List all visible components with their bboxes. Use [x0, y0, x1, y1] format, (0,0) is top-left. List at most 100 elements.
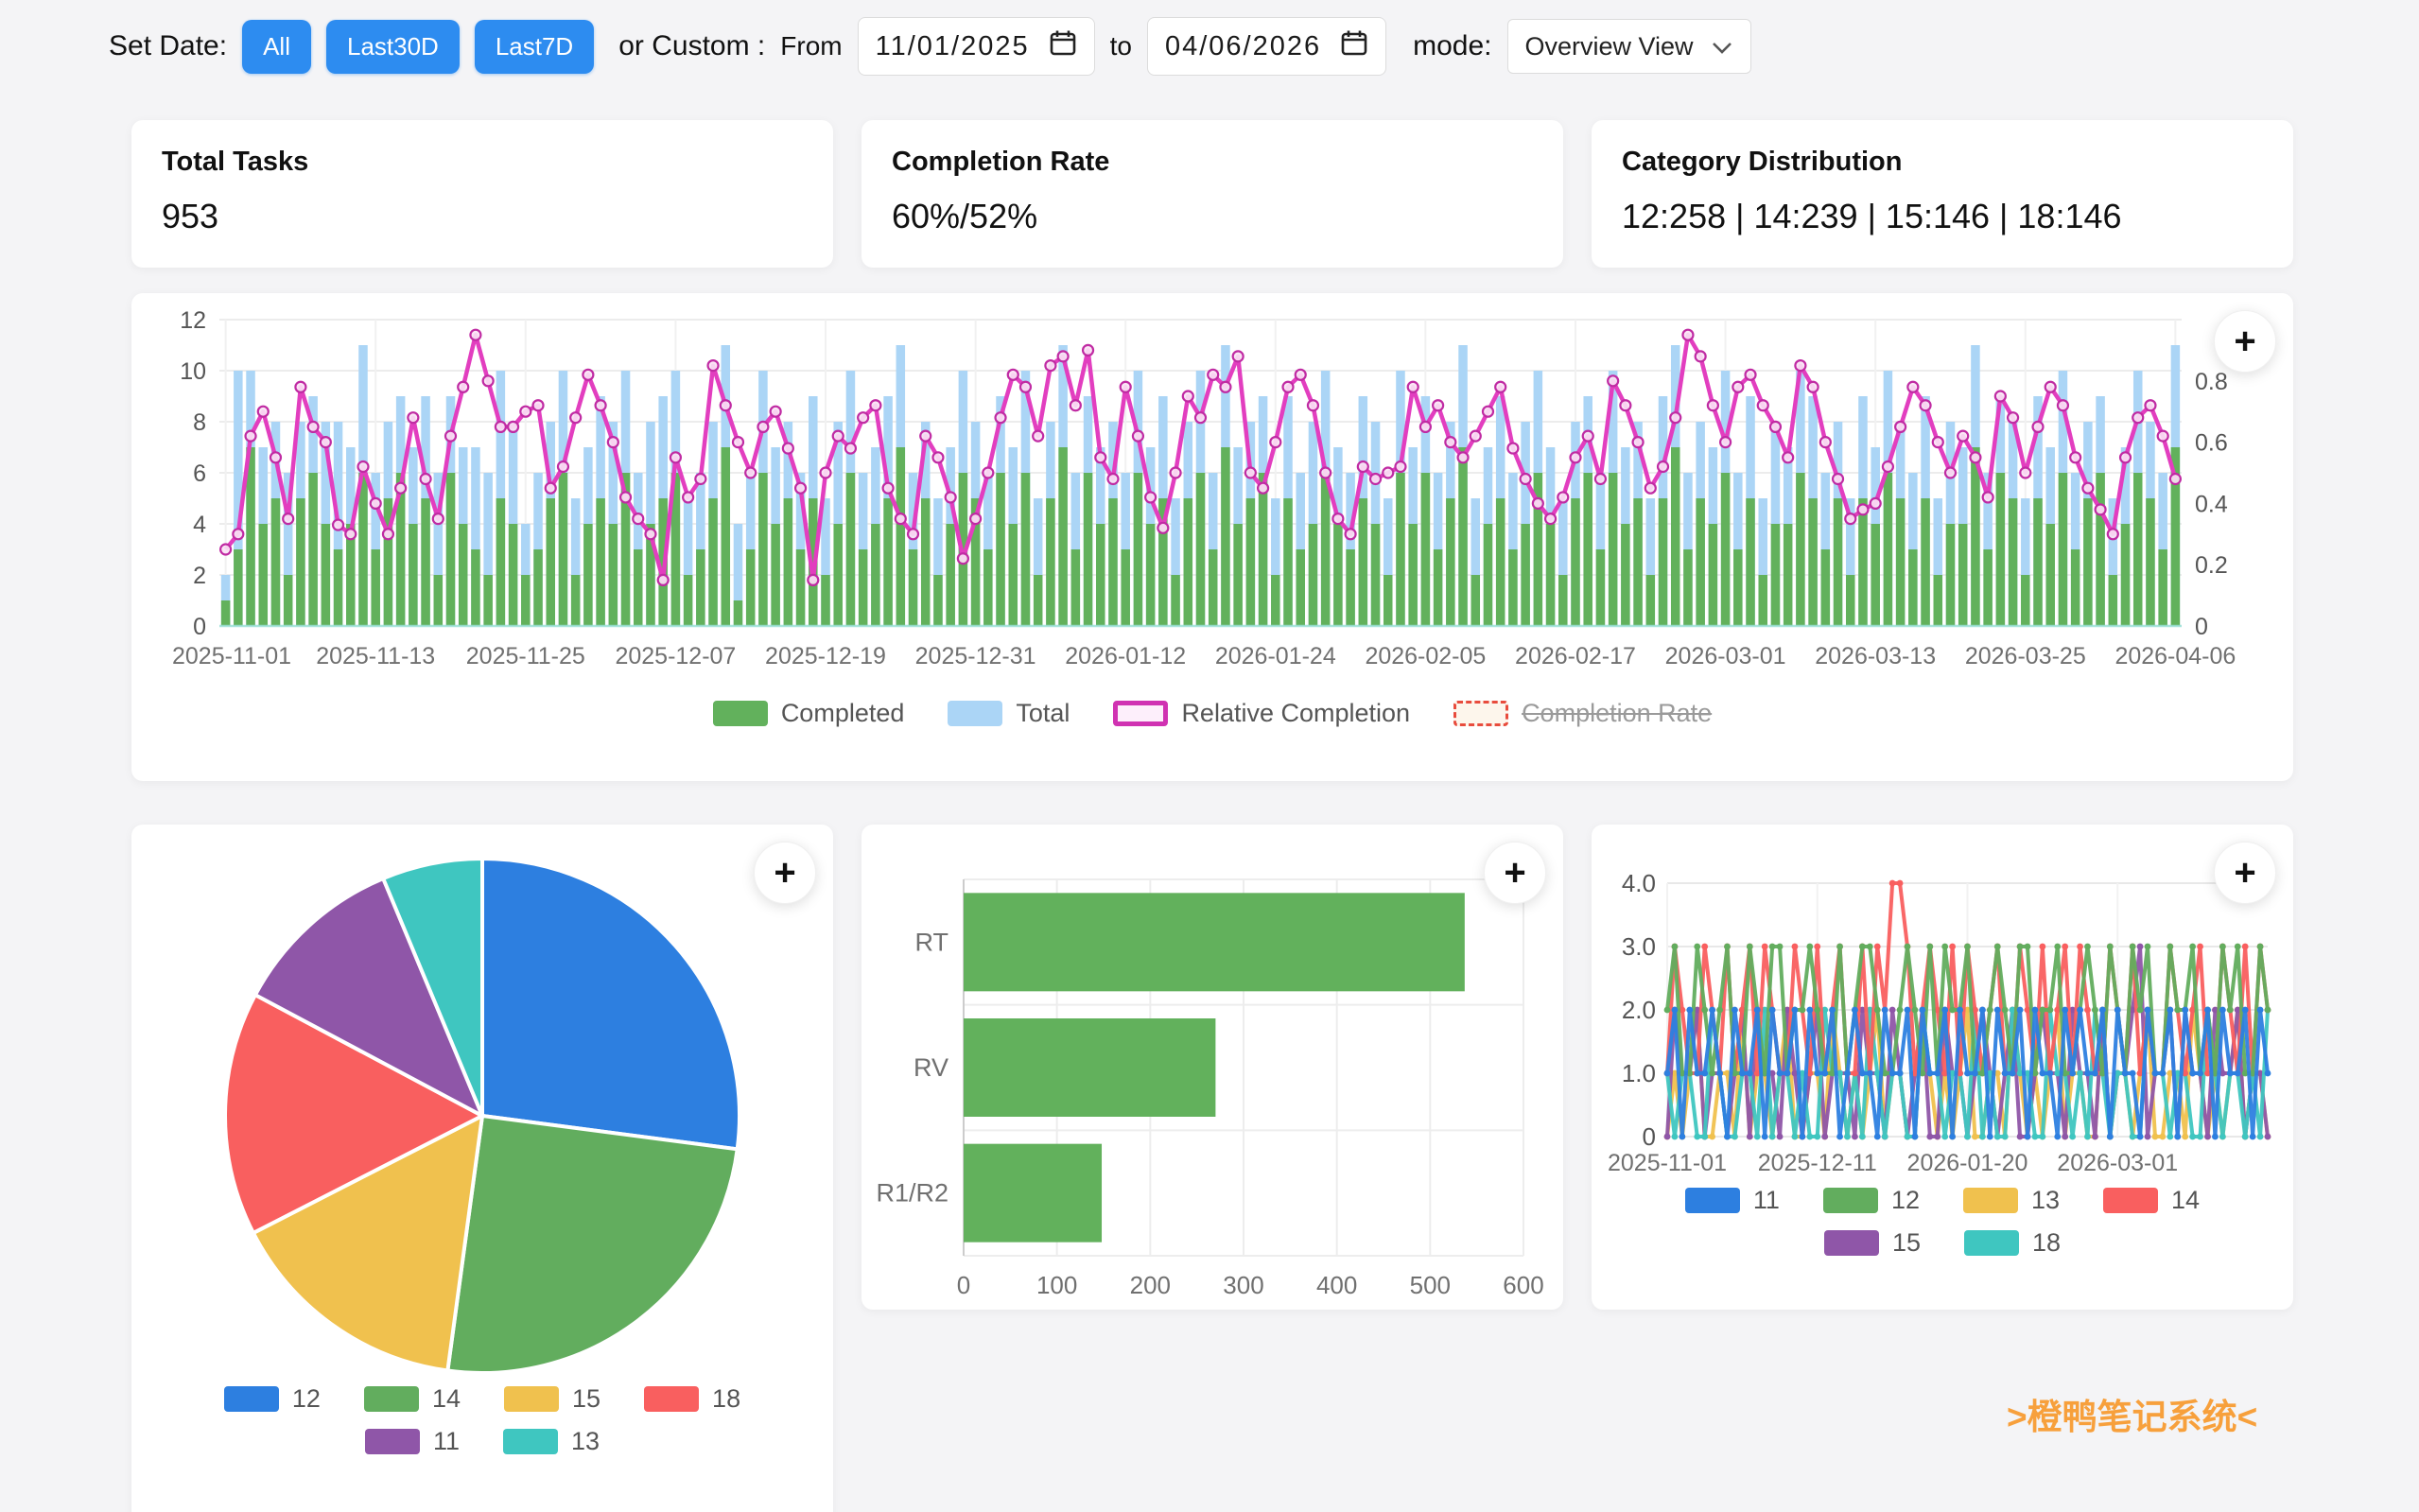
svg-text:2025-11-25: 2025-11-25 — [466, 643, 585, 669]
expand-chart-button[interactable]: + — [2214, 310, 2276, 373]
filter-all-button[interactable]: All — [242, 20, 311, 74]
brand-text: >橙鸭笔记系统< — [2007, 1388, 2257, 1439]
legend-label: 18 — [2032, 1228, 2061, 1258]
filter-last7d-button[interactable]: Last7D — [475, 20, 594, 74]
legend-label: 15 — [1892, 1228, 1921, 1258]
calendar-icon[interactable] — [1049, 28, 1077, 64]
svg-text:0.4: 0.4 — [2195, 491, 2228, 517]
legend-label: 11 — [1753, 1186, 1780, 1215]
svg-text:RV: RV — [914, 1053, 948, 1082]
to-date-value: 04/06/2026 — [1165, 31, 1321, 62]
legend-label: 18 — [712, 1384, 740, 1414]
svg-text:2025-12-07: 2025-12-07 — [615, 643, 736, 669]
legend-item-15[interactable]: 15 — [504, 1384, 600, 1414]
svg-text:3.0: 3.0 — [1622, 932, 1656, 961]
expand-lines-button[interactable]: + — [2214, 842, 2276, 904]
category-distribution-value: 12:258 | 14:239 | 15:146 | 18:146 — [1622, 197, 2263, 236]
from-date-value: 11/01/2025 — [876, 31, 1030, 62]
svg-text:2026-02-17: 2026-02-17 — [1515, 643, 1636, 669]
legend-item-14[interactable]: 14 — [364, 1384, 461, 1414]
svg-text:0.2: 0.2 — [2195, 552, 2228, 579]
legend-label: 13 — [571, 1427, 600, 1456]
legend-swatch — [1964, 1230, 2019, 1256]
legend-item-18[interactable]: 18 — [644, 1384, 740, 1414]
legend-item-15[interactable]: 15 — [1824, 1228, 1921, 1258]
legend-item-12[interactable]: 12 — [224, 1384, 321, 1414]
category-pie-card: + 12 14 15 18 11 13 — [131, 825, 833, 1512]
category-distribution-title: Category Distribution — [1622, 147, 2263, 178]
mode-label: mode: — [1413, 30, 1491, 62]
svg-text:12: 12 — [180, 307, 206, 334]
legend-swatch — [224, 1386, 279, 1412]
completion-rate-title: Completion Rate — [892, 147, 1533, 178]
legend-label: Total — [1016, 699, 1070, 728]
svg-text:2: 2 — [193, 563, 206, 589]
legend-swatch — [2103, 1188, 2158, 1213]
to-label: to — [1110, 31, 1132, 61]
legend-item-12[interactable]: 12 — [1823, 1186, 1920, 1215]
svg-text:400: 400 — [1316, 1271, 1357, 1299]
svg-text:2025-12-11: 2025-12-11 — [1758, 1150, 1877, 1176]
legend-item-13[interactable]: 13 — [503, 1427, 600, 1456]
mode-select-value: Overview View — [1525, 32, 1694, 61]
legend-item-completed[interactable]: Completed — [713, 699, 905, 728]
svg-text:0: 0 — [193, 614, 206, 640]
svg-text:2026-03-25: 2026-03-25 — [1965, 643, 2086, 669]
legend-label: Relative Completion — [1181, 699, 1410, 728]
legend-item-18[interactable]: 18 — [1964, 1228, 2061, 1258]
svg-text:2025-12-19: 2025-12-19 — [765, 643, 886, 669]
legend-label: Completed — [781, 699, 905, 728]
set-date-label: Set Date: — [109, 30, 227, 62]
legend-swatch — [1453, 701, 1508, 726]
pie-chart-legend: 12 14 15 18 11 13 — [131, 1384, 833, 1456]
date-filter-bar: Set Date: All Last30D Last7D or Custom :… — [109, 11, 1751, 81]
legend-label: 14 — [2171, 1186, 2200, 1215]
expand-bar-button[interactable]: + — [1484, 842, 1546, 904]
legend-swatch — [948, 701, 1002, 726]
svg-text:0: 0 — [2195, 614, 2208, 640]
legend-swatch — [364, 1386, 419, 1412]
to-date-input[interactable]: 04/06/2026 — [1147, 17, 1386, 76]
legend-swatch — [365, 1429, 420, 1454]
svg-text:2026-02-05: 2026-02-05 — [1365, 643, 1486, 669]
svg-text:600: 600 — [1503, 1271, 1543, 1299]
legend-swatch — [1113, 701, 1168, 726]
legend-item-completion-rate[interactable]: Completion Rate — [1453, 699, 1712, 728]
completion-rate-value: 60%/52% — [892, 197, 1533, 236]
legend-item-total[interactable]: Total — [948, 699, 1070, 728]
legend-swatch — [504, 1386, 559, 1412]
legend-label: 13 — [2031, 1186, 2060, 1215]
chevron-down-icon — [1711, 32, 1733, 61]
legend-item-relative-completion[interactable]: Relative Completion — [1113, 699, 1410, 728]
svg-text:500: 500 — [1410, 1271, 1451, 1299]
legend-item-13[interactable]: 13 — [1963, 1186, 2060, 1215]
calendar-icon[interactable] — [1340, 28, 1368, 64]
lines-chart-legend: 11 12 13 14 15 18 — [1592, 1186, 2293, 1258]
total-tasks-card: Total Tasks 953 — [131, 120, 833, 268]
legend-item-11[interactable]: 11 — [365, 1427, 460, 1456]
filter-last30d-button[interactable]: Last30D — [326, 20, 460, 74]
legend-swatch — [1824, 1230, 1879, 1256]
legend-item-11[interactable]: 11 — [1685, 1186, 1780, 1215]
legend-label: 14 — [432, 1384, 461, 1414]
from-date-input[interactable]: 11/01/2025 — [858, 17, 1095, 76]
category-distribution-card: Category Distribution 12:258 | 14:239 | … — [1592, 120, 2293, 268]
legend-item-14[interactable]: 14 — [2103, 1186, 2200, 1215]
svg-text:2.0: 2.0 — [1622, 996, 1656, 1024]
svg-text:0.6: 0.6 — [2195, 430, 2228, 457]
mode-select[interactable]: Overview View — [1507, 19, 1751, 74]
expand-pie-button[interactable]: + — [754, 842, 816, 904]
legend-swatch — [503, 1429, 558, 1454]
svg-text:2025-11-13: 2025-11-13 — [316, 643, 435, 669]
svg-text:2025-12-31: 2025-12-31 — [915, 643, 1036, 669]
category-pie-chart — [131, 825, 833, 1382]
svg-text:200: 200 — [1130, 1271, 1171, 1299]
legend-label: Completion Rate — [1522, 699, 1712, 728]
total-tasks-value: 953 — [162, 197, 803, 236]
svg-text:8: 8 — [193, 409, 206, 436]
legend-swatch — [713, 701, 768, 726]
svg-text:100: 100 — [1036, 1271, 1077, 1299]
category-lines-card: + 01.02.03.04.02025-11-012025-12-112026-… — [1592, 825, 2293, 1310]
legend-swatch — [644, 1386, 699, 1412]
legend-label: 12 — [1891, 1186, 1920, 1215]
